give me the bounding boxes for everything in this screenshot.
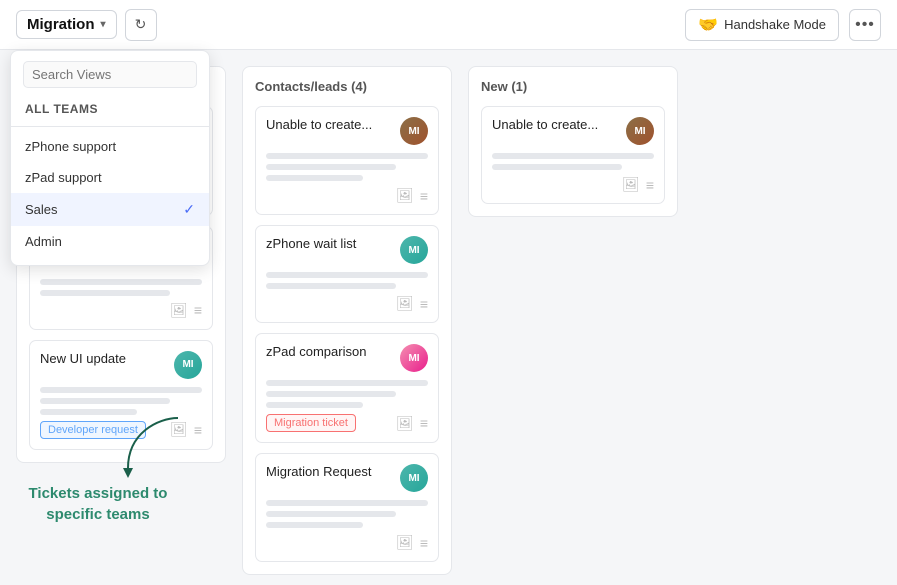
list-icon[interactable]: ≡	[420, 415, 428, 431]
avatar: MI	[400, 236, 428, 264]
handshake-label: Handshake Mode	[724, 17, 826, 32]
avatar: MI	[400, 117, 428, 145]
card-top: zPhone wait list MI	[266, 236, 428, 264]
list-icon[interactable]: ≡	[194, 302, 202, 318]
card-footer: 🖼 ≡	[266, 534, 428, 551]
dropdown-item-all-teams[interactable]: ALL TEAMS	[11, 96, 209, 122]
card-actions: 🖼 ≡	[396, 415, 428, 432]
card-unable-create-2[interactable]: Unable to create... MI 🖼 ≡	[481, 106, 665, 204]
skeleton-line	[266, 283, 396, 289]
card-title: Unable to create...	[492, 117, 620, 134]
admin-label: Admin	[25, 234, 62, 249]
card-footer: 🖼 ≡	[266, 187, 428, 204]
card-title: zPhone wait list	[266, 236, 394, 253]
attachment-icon[interactable]: 🖼	[170, 302, 188, 319]
column-contacts-header: Contacts/leads (4)	[255, 79, 439, 94]
card-footer: 🖼 ≡	[40, 302, 202, 319]
column-new-header: New (1)	[481, 79, 665, 94]
card-top: New UI update MI	[40, 351, 202, 379]
column-new: New (1) Unable to create... MI 🖼 ≡	[468, 66, 678, 217]
check-icon: ✓	[183, 201, 195, 218]
attachment-icon[interactable]: 🖼	[396, 187, 414, 204]
card-top: Unable to create... MI	[492, 117, 654, 145]
card-title: Unable to create...	[266, 117, 394, 134]
tag-migration: Migration ticket	[266, 414, 356, 432]
skeleton-line	[40, 387, 202, 393]
annotation-arrow	[118, 413, 198, 483]
card-unable-create-1[interactable]: Unable to create... MI 🖼 ≡	[255, 106, 439, 215]
skeleton-line	[40, 279, 202, 285]
card-footer: 🖼 ≡	[266, 295, 428, 312]
skeleton-line	[266, 511, 396, 517]
zphone-label: zPhone support	[25, 139, 116, 154]
sales-label: Sales	[25, 202, 58, 217]
list-icon[interactable]: ≡	[646, 177, 654, 193]
more-icon: •••	[855, 16, 875, 34]
card-top: Migration Request MI	[266, 464, 428, 492]
search-views-input[interactable]	[23, 61, 197, 88]
avatar: MI	[626, 117, 654, 145]
card-zpad-comparison[interactable]: zPad comparison MI Migration ticket 🖼 ≡	[255, 333, 439, 443]
refresh-icon: ↻	[135, 16, 147, 33]
skeleton-line	[492, 164, 622, 170]
card-actions: 🖼 ≡	[396, 295, 428, 312]
all-teams-label: ALL TEAMS	[25, 102, 98, 116]
dropdown-item-sales[interactable]: Sales ✓	[11, 193, 209, 226]
skeleton-line	[266, 391, 396, 397]
header-right: 🤝 Handshake Mode •••	[685, 9, 881, 41]
teams-dropdown: ALL TEAMS zPhone support zPad support Sa…	[10, 50, 210, 266]
skeleton-line	[266, 272, 428, 278]
card-actions: 🖼 ≡	[170, 302, 202, 319]
dropdown-item-admin[interactable]: Admin	[11, 226, 209, 257]
dropdown-divider	[11, 126, 209, 127]
annotation: Tickets assigned tospecific teams	[18, 483, 178, 525]
card-top: Unable to create... MI	[266, 117, 428, 145]
list-icon[interactable]: ≡	[420, 188, 428, 204]
skeleton-line	[266, 164, 396, 170]
card-title: zPad comparison	[266, 344, 394, 361]
skeleton-line	[266, 153, 428, 159]
avatar: MI	[174, 351, 202, 379]
handshake-mode-button[interactable]: 🤝 Handshake Mode	[685, 9, 839, 41]
skeleton-line	[266, 380, 428, 386]
card-title: Migration Request	[266, 464, 394, 481]
skeleton-line	[492, 153, 654, 159]
chevron-down-icon: ▾	[101, 19, 106, 30]
card-footer: 🖼 ≡	[492, 176, 654, 193]
card-actions: 🖼 ≡	[622, 176, 654, 193]
migration-dropdown-button[interactable]: Migration ▾	[16, 10, 117, 39]
skeleton-line	[266, 402, 363, 408]
handshake-icon: 🤝	[698, 15, 718, 35]
skeleton-line	[266, 175, 363, 181]
refresh-button[interactable]: ↻	[125, 9, 157, 41]
migration-title: Migration	[27, 16, 95, 33]
skeleton-line	[266, 522, 363, 528]
list-icon[interactable]: ≡	[420, 296, 428, 312]
attachment-icon[interactable]: 🖼	[396, 415, 414, 432]
list-icon[interactable]: ≡	[420, 535, 428, 551]
skeleton-line	[40, 290, 170, 296]
column-contacts: Contacts/leads (4) Unable to create... M…	[242, 66, 452, 575]
card-zphone-wait[interactable]: zPhone wait list MI 🖼 ≡	[255, 225, 439, 323]
card-title: New UI update	[40, 351, 168, 368]
dropdown-item-zpad[interactable]: zPad support	[11, 162, 209, 193]
attachment-icon[interactable]: 🖼	[396, 295, 414, 312]
avatar: MI	[400, 464, 428, 492]
annotation-text: Tickets assigned tospecific teams	[18, 483, 178, 525]
card-actions: 🖼 ≡	[396, 187, 428, 204]
more-options-button[interactable]: •••	[849, 9, 881, 41]
attachment-icon[interactable]: 🖼	[396, 534, 414, 551]
dropdown-item-zphone[interactable]: zPhone support	[11, 131, 209, 162]
card-migration-request[interactable]: Migration Request MI 🖼 ≡	[255, 453, 439, 562]
card-actions: 🖼 ≡	[396, 534, 428, 551]
card-top: zPad comparison MI	[266, 344, 428, 372]
card-footer: Migration ticket 🖼 ≡	[266, 414, 428, 432]
attachment-icon[interactable]: 🖼	[622, 176, 640, 193]
header-left: Migration ▾ ↻	[16, 9, 157, 41]
skeleton-line	[40, 398, 170, 404]
zpad-label: zPad support	[25, 170, 102, 185]
header: Migration ▾ ↻ 🤝 Handshake Mode •••	[0, 0, 897, 50]
avatar: MI	[400, 344, 428, 372]
skeleton-line	[266, 500, 428, 506]
